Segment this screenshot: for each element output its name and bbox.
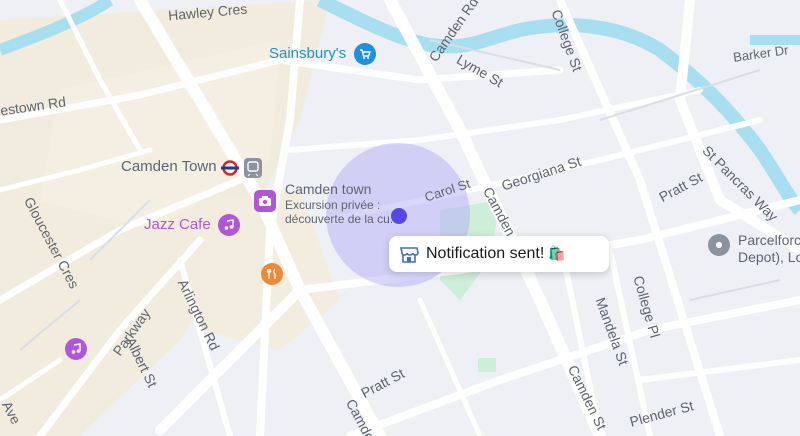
music-icon[interactable] [218,214,240,236]
camera-icon[interactable] [254,190,276,212]
poi-label-jazz-cafe[interactable]: Jazz Cafe [144,216,211,233]
fork-knife-icon[interactable] [261,263,283,285]
cart-icon[interactable] [354,43,376,65]
underground-icon[interactable] [221,159,239,177]
poi-label-camden-town-attraction[interactable]: Camden town [285,181,371,197]
poi-label-parcelforce[interactable]: Parcelforc [738,232,800,248]
poi-label-camden-town-station[interactable]: Camden Town [121,158,217,175]
store-icon [398,243,420,265]
poi-sublabel-parcelforce: Depot), Lo [738,249,800,265]
notification-toast[interactable]: Notification sent! 🛍️ [389,236,609,272]
poi-sublabel-line2: découverte de la cu... [285,212,400,226]
shopping-bags-icon: 🛍️ [548,246,566,262]
location-pin-icon[interactable] [708,234,730,256]
music-icon[interactable] [65,338,87,360]
notification-text: Notification sent! [426,245,545,262]
rail-station-icon [244,158,262,178]
poi-label-sainsburys[interactable]: Sainsbury's [269,45,346,62]
poi-sublabel-line1: Excursion privée : [285,198,381,212]
map[interactable]: Hawley Cres Camden Rd College St Barker … [0,0,800,436]
